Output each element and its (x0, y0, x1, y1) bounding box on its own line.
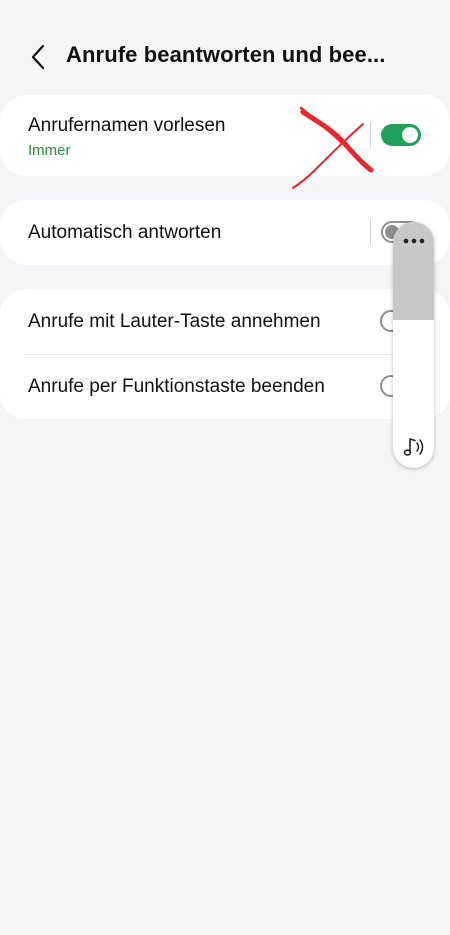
settings-card-read-caller-names: Anrufernamen vorlesen Immer (0, 95, 450, 176)
page-title: Anrufe beantworten und bee... (66, 42, 386, 67)
setting-label: Anrufe per Funktionstaste beenden (28, 376, 325, 397)
volume-more-button[interactable] (393, 230, 434, 252)
vertical-divider (370, 219, 371, 245)
setting-value: Immer (28, 142, 71, 159)
more-dots-icon (403, 238, 424, 244)
read-caller-names-toggle[interactable] (381, 124, 421, 146)
chevron-left-icon (31, 44, 45, 70)
back-button[interactable] (22, 40, 54, 74)
setting-label: Anrufernamen vorlesen (28, 115, 226, 136)
volume-panel[interactable] (393, 222, 434, 468)
setting-label: Automatisch antworten (28, 222, 222, 243)
vertical-divider (370, 122, 371, 148)
toggle-knob (402, 127, 418, 143)
settings-card-auto-answer: Automatisch antworten (0, 200, 450, 265)
settings-card-keys: Anrufe mit Lauter-Taste annehmen Anrufe … (0, 289, 450, 419)
setting-label: Anrufe mit Lauter-Taste annehmen (28, 311, 321, 332)
app-header: Anrufe beantworten und bee... (0, 0, 450, 110)
volume-type-button[interactable] (393, 434, 434, 460)
music-note-icon (403, 438, 423, 456)
